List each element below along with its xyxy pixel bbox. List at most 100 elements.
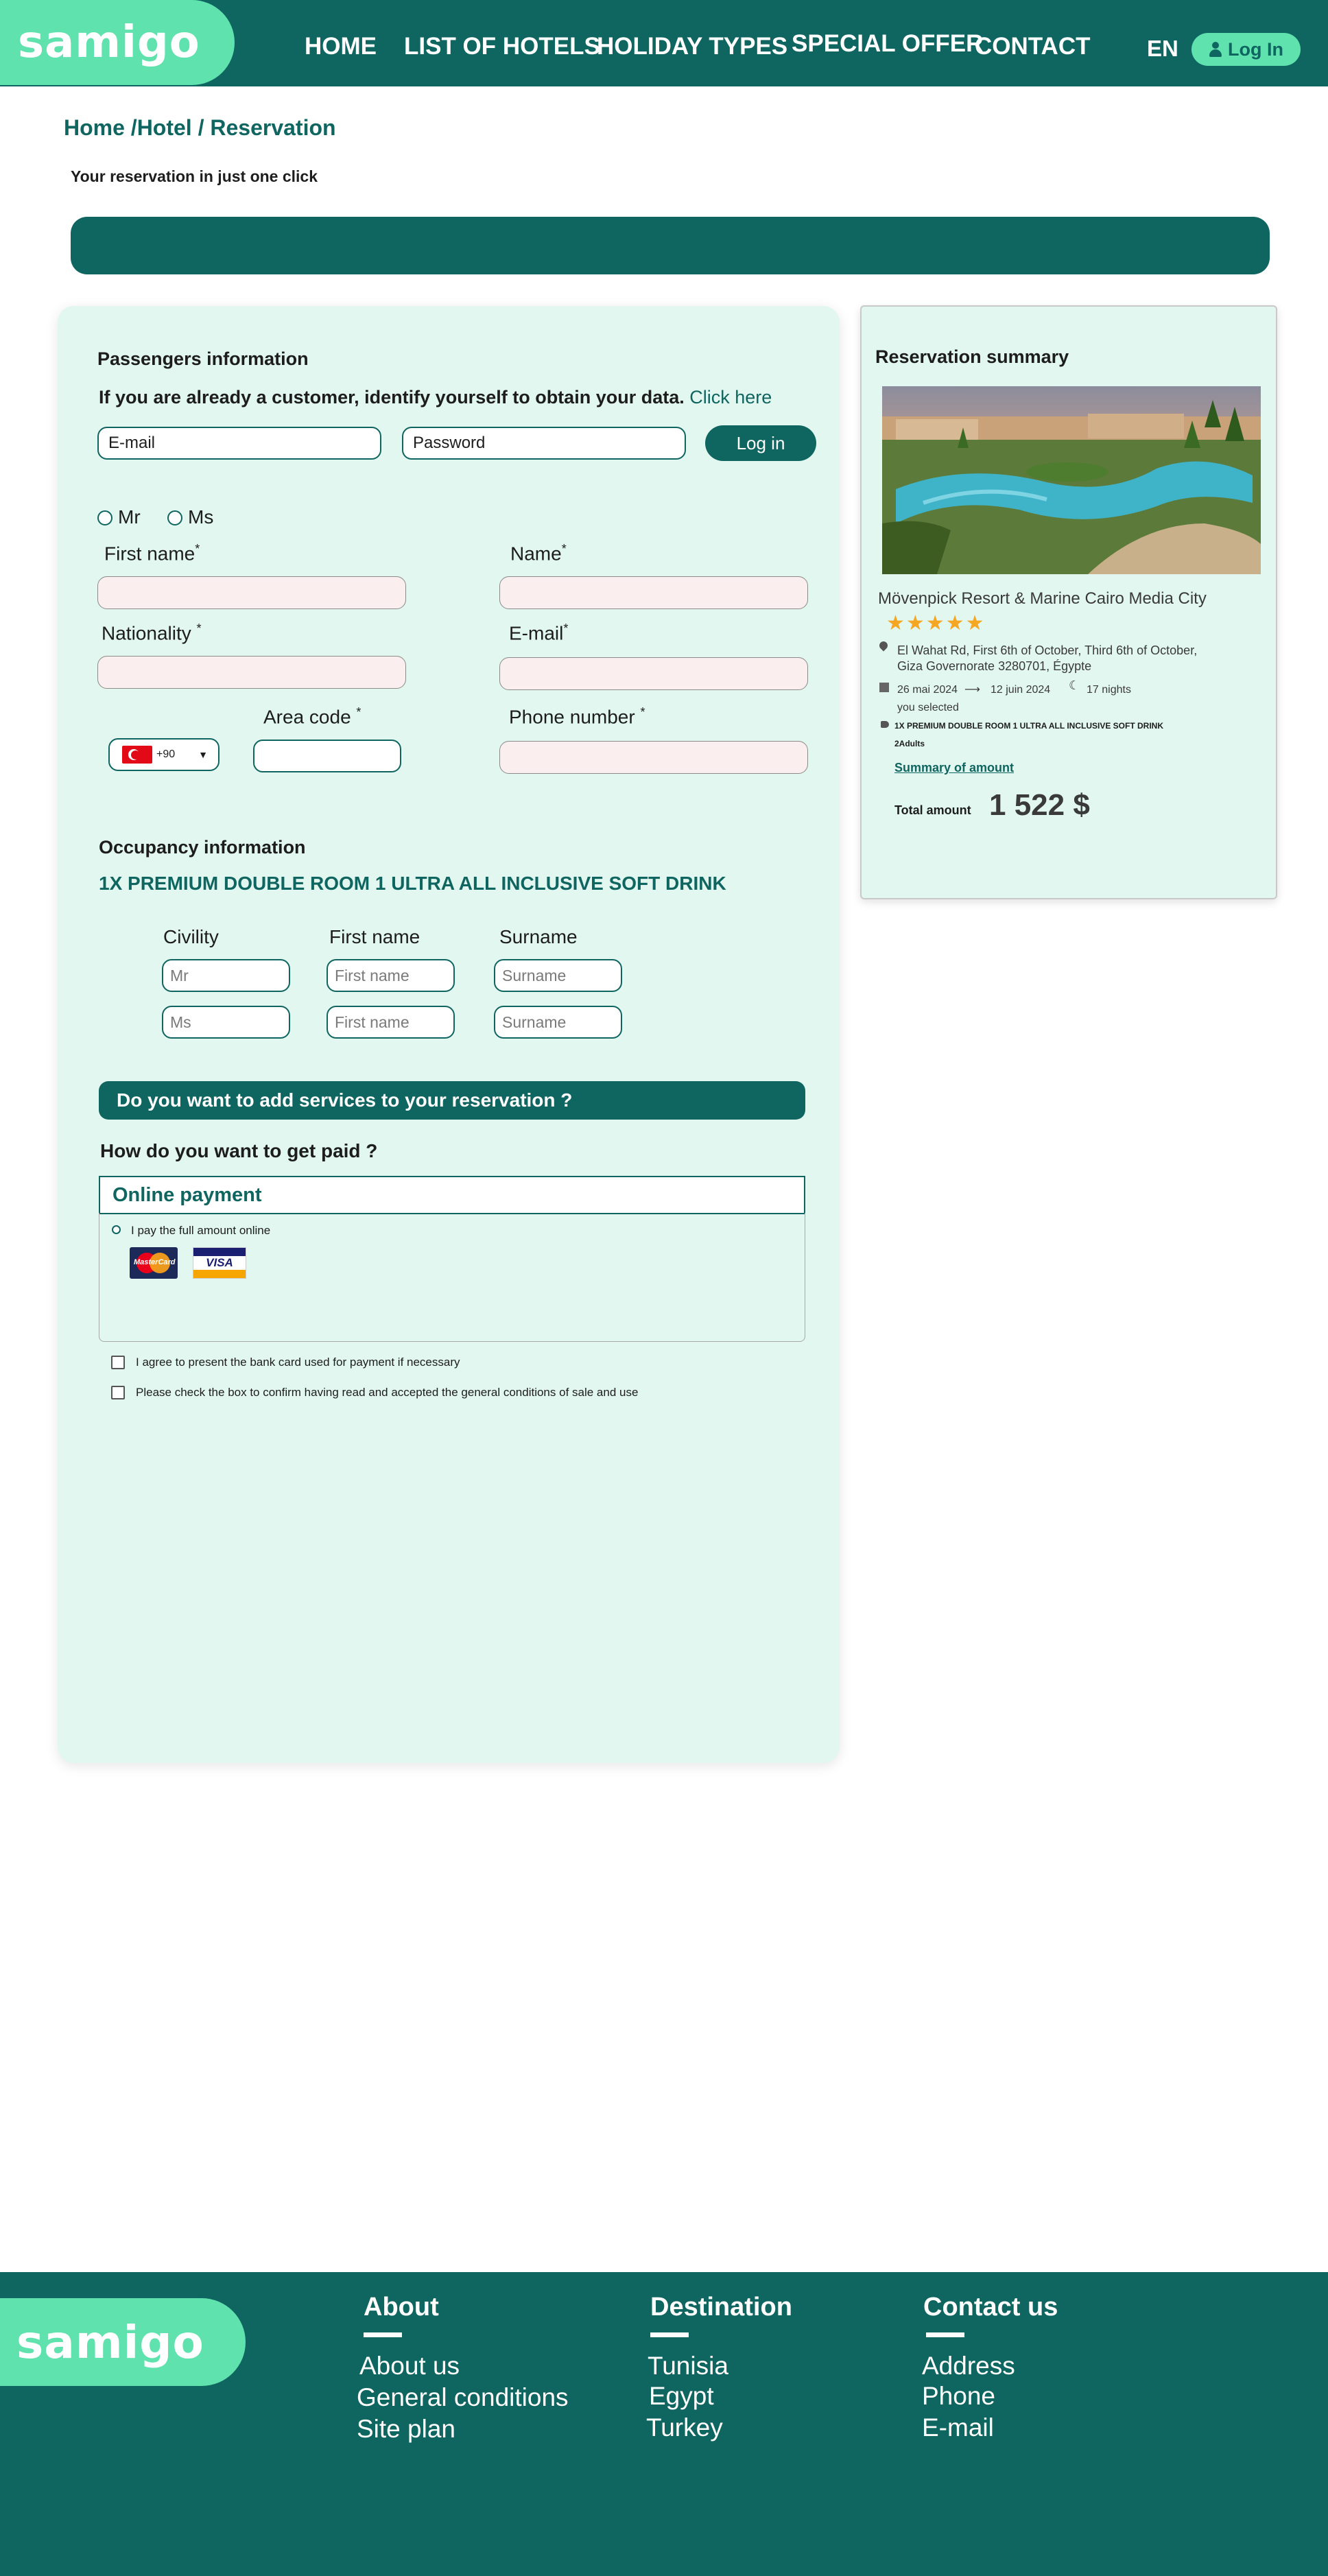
ms-radio[interactable]: [167, 510, 182, 525]
footer-phone-link[interactable]: Phone: [922, 2382, 995, 2411]
name-input[interactable]: [499, 576, 808, 609]
agree-card-checkbox[interactable]: [111, 1356, 125, 1369]
footer-general-conditions-link[interactable]: General conditions: [357, 2383, 569, 2412]
occupant2-surname-input[interactable]: Surname: [494, 1006, 622, 1039]
nationality-input[interactable]: [97, 656, 406, 689]
login-password-placeholder: Password: [413, 434, 486, 452]
address-line-2: Giza Governorate 3280701, Égypte: [897, 659, 1092, 673]
login-password-input[interactable]: Password: [402, 427, 686, 460]
online-payment-body: I pay the full amount online MasterCard …: [99, 1213, 805, 1342]
occupant2-first-name-input[interactable]: First name: [327, 1006, 455, 1039]
identify-text: If you are already a customer, identify …: [99, 387, 772, 408]
mr-label: Mr: [118, 506, 141, 528]
language-selector[interactable]: EN: [1147, 36, 1178, 62]
occupant1-surname-placeholder: Surname: [502, 966, 567, 984]
login-email-placeholder: E-mail: [108, 434, 156, 452]
mastercard-icon: MasterCard: [130, 1247, 178, 1279]
summary-of-amount-link[interactable]: Summary of amount: [894, 761, 1014, 775]
summary-adults: 2Adults: [894, 739, 925, 748]
nav-home[interactable]: HOME: [305, 33, 377, 60]
add-services-bar[interactable]: Do you want to add services to your rese…: [99, 1081, 805, 1120]
nav-contact[interactable]: CONTACT: [975, 33, 1091, 60]
footer-contact-title: Contact us: [923, 2293, 1058, 2321]
date-arrow: ⟶: [964, 684, 980, 696]
first-name-label-text: First name: [104, 543, 195, 565]
occupant2-surname-placeholder: Surname: [502, 1013, 567, 1031]
area-code-input[interactable]: [253, 740, 401, 772]
reservation-summary-panel: Reservation summary Mövenpick Resort & M…: [860, 305, 1277, 899]
name-label: Name*: [510, 542, 567, 565]
required-mark: *: [356, 705, 361, 719]
payment-question: How do you want to get paid ?: [100, 1140, 378, 1161]
footer-about-underline: [364, 2332, 402, 2337]
area-code-label-text: Area code: [263, 706, 351, 728]
turkey-flag-icon: [122, 746, 152, 764]
occupant2-civility-input[interactable]: Ms: [162, 1006, 290, 1039]
footer-address-link[interactable]: Address: [922, 2352, 1015, 2380]
hotel-name[interactable]: Mövenpick Resort & Marine Cairo Media Ci…: [878, 589, 1207, 608]
visa-icon: VISA: [193, 1247, 246, 1279]
chevron-down-icon: ▼: [198, 749, 208, 760]
first-name-header: First name: [329, 926, 420, 947]
main-nav: HOME LIST OF HOTELS HOLIDAY TYPES SPECIA…: [0, 30, 1328, 67]
date-to: 12 juin 2024: [991, 684, 1051, 696]
reservation-form-panel: Passengers information If you are alread…: [58, 306, 840, 1763]
name-label-text: Name: [510, 543, 562, 565]
hotel-photo: [882, 386, 1261, 574]
footer-site-plan-link[interactable]: Site plan: [357, 2415, 455, 2444]
identify-link[interactable]: Click here: [689, 387, 772, 407]
login-email-input[interactable]: E-mail: [97, 427, 381, 460]
required-mark: *: [196, 622, 202, 635]
agree-card-label: I agree to present the bank card used fo…: [136, 1356, 460, 1369]
form-login-button[interactable]: Log in: [705, 425, 816, 461]
footer-destination-title: Destination: [650, 2293, 792, 2321]
first-name-input[interactable]: [97, 576, 406, 609]
occupant1-first-name-input[interactable]: First name: [327, 959, 455, 992]
occupant1-civility-input[interactable]: Mr: [162, 959, 290, 992]
nav-special-offer[interactable]: SPECIAL OFFER: [792, 30, 983, 58]
address-line-1: El Wahat Rd, First 6th of October, Third…: [897, 643, 1198, 657]
header-login-button[interactable]: Log In: [1191, 33, 1301, 66]
first-name-label: First name*: [104, 542, 200, 565]
footer-about-us-link[interactable]: About us: [359, 2352, 460, 2380]
area-code-label: Area code *: [263, 705, 361, 728]
you-selected: you selected: [897, 702, 959, 713]
required-mark: *: [561, 542, 567, 556]
footer-logo[interactable]: samigo: [0, 2298, 246, 2386]
site-header: samigo HOME LIST OF HOTELS HOLIDAY TYPES…: [0, 0, 1328, 86]
footer-about-title: About: [364, 2293, 439, 2321]
footer-egypt-link[interactable]: Egypt: [649, 2382, 714, 2411]
full-online-label: I pay the full amount online: [131, 1224, 271, 1237]
nav-holiday-types[interactable]: HOLIDAY TYPES: [597, 33, 787, 60]
email-input[interactable]: [499, 657, 808, 690]
breadcrumb[interactable]: Home /Hotel / Reservation: [64, 115, 336, 141]
site-footer: samigo About About us General conditions…: [0, 2272, 1328, 2576]
country-code-select[interactable]: +90 ▼: [108, 738, 220, 771]
required-mark: *: [563, 622, 569, 635]
phone-number-input[interactable]: [499, 741, 808, 774]
occupant1-surname-input[interactable]: Surname: [494, 959, 622, 992]
hotel-stars: ★★★★★: [886, 612, 986, 635]
passengers-title: Passengers information: [97, 348, 309, 369]
occupancy-title: Occupancy information: [99, 837, 306, 858]
phone-number-label: Phone number *: [509, 705, 645, 728]
hotel-address: El Wahat Rd, First 6th of October, Third…: [897, 643, 1197, 674]
footer-tunisia-link[interactable]: Tunisia: [648, 2352, 728, 2380]
total-amount-value: 1 522 $: [989, 788, 1090, 822]
mastercard-text: MasterCard: [134, 1258, 176, 1266]
online-payment-header[interactable]: Online payment: [99, 1176, 805, 1214]
required-mark: *: [640, 705, 645, 719]
occupant2-civility-placeholder: Ms: [170, 1013, 191, 1031]
step-banner: [71, 217, 1270, 274]
full-online-radio[interactable]: [112, 1225, 121, 1234]
footer-turkey-link[interactable]: Turkey: [646, 2413, 723, 2442]
page-subtitle: Your reservation in just one click: [71, 167, 318, 185]
footer-email-link[interactable]: E-mail: [922, 2413, 994, 2442]
agree-terms-checkbox[interactable]: [111, 1386, 125, 1399]
footer-destination-underline: [650, 2332, 689, 2337]
location-pin-icon: [877, 639, 890, 652]
nav-list-of-hotels[interactable]: LIST OF HOTELS: [404, 33, 600, 60]
footer-logo-text: samigo: [16, 2315, 204, 2369]
mr-radio[interactable]: [97, 510, 112, 525]
date-from: 26 mai 2024: [897, 684, 958, 696]
